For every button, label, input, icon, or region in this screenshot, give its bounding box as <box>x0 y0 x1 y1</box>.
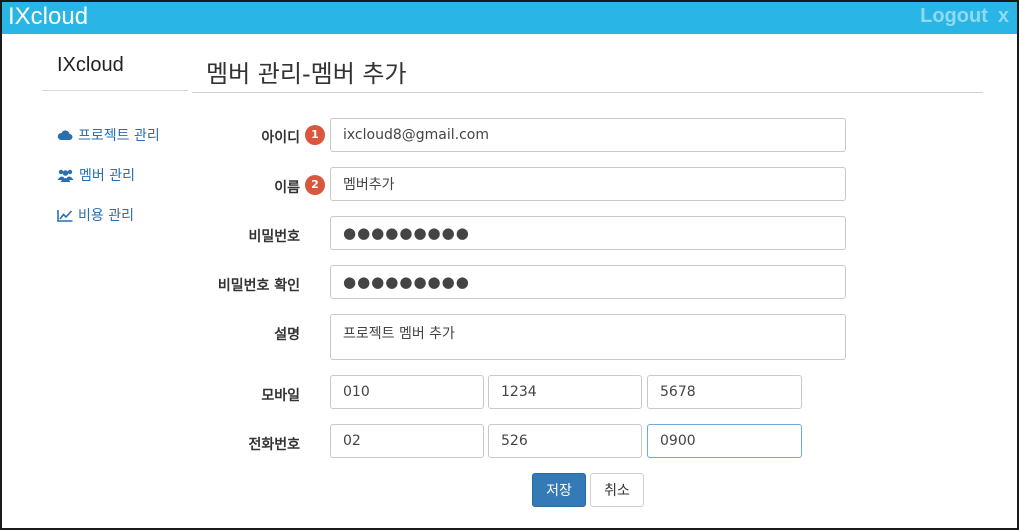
mobile-label: 모바일 <box>261 388 300 404</box>
app-window: IXcloud Logout x IXcloud 프로젝트 관리 멤버 관리 비용… <box>0 0 1019 530</box>
phone-input-part1[interactable] <box>330 424 484 458</box>
mobile-input-part1[interactable] <box>330 375 484 409</box>
page-title: 멤버 관리-멤버 추가 <box>206 60 407 88</box>
id-input[interactable] <box>330 118 846 152</box>
logout-link[interactable]: Logout x <box>920 4 1009 28</box>
sidebar-divider <box>42 90 188 91</box>
name-label: 이름 <box>274 180 300 196</box>
id-label: 아이디 <box>261 130 300 146</box>
mobile-input-part3[interactable] <box>647 375 802 409</box>
users-icon <box>57 169 74 182</box>
sidebar-item-label: 프로젝트 관리 <box>78 128 160 144</box>
logout-label[interactable]: Logout <box>920 5 988 27</box>
chart-line-icon <box>57 209 73 222</box>
close-icon[interactable]: x <box>998 5 1009 27</box>
password-input[interactable] <box>330 216 846 250</box>
top-bar: IXcloud Logout x <box>2 2 1017 34</box>
phone-label: 전화번호 <box>248 437 300 453</box>
password-label: 비밀번호 <box>248 229 300 245</box>
phone-input-part3[interactable] <box>647 424 802 458</box>
mobile-input-part2[interactable] <box>488 375 642 409</box>
sidebar-item-cost[interactable]: 비용 관리 <box>57 205 197 225</box>
brand-logo[interactable]: IXcloud <box>8 3 88 31</box>
cloud-icon <box>57 130 73 140</box>
password-confirm-input[interactable] <box>330 265 846 299</box>
sidebar-item-label: 비용 관리 <box>78 208 134 224</box>
save-button[interactable]: 저장 <box>532 473 586 507</box>
description-input[interactable]: 프로젝트 멤버 추가 <box>330 314 846 360</box>
description-label: 설명 <box>274 327 300 343</box>
phone-input-part2[interactable] <box>488 424 642 458</box>
title-divider <box>192 92 983 93</box>
password-confirm-label: 비밀번호 확인 <box>217 278 300 294</box>
step-badge-2: 2 <box>305 175 325 195</box>
sidebar-item-label: 멤버 관리 <box>79 168 135 184</box>
name-input[interactable] <box>330 167 846 201</box>
cancel-button[interactable]: 취소 <box>590 473 644 507</box>
sidebar-title: IXcloud <box>57 54 124 76</box>
step-badge-1: 1 <box>305 125 325 145</box>
